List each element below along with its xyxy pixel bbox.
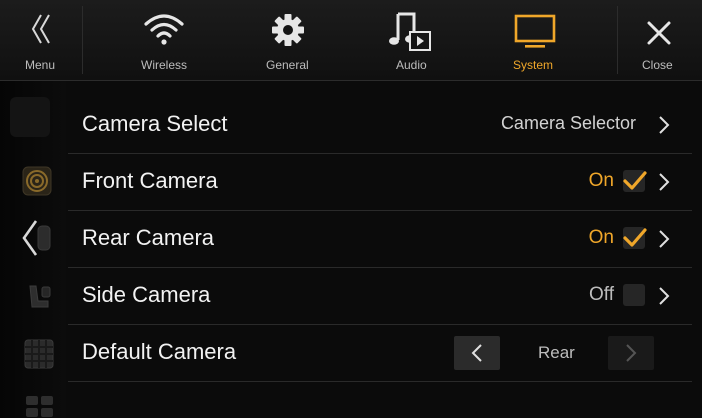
- side-camera-label: Side Camera: [82, 282, 211, 307]
- audio-label: Audio: [396, 58, 427, 72]
- car-seat-icon[interactable]: [24, 283, 54, 313]
- camera-select-value: Camera Selector: [500, 113, 636, 133]
- rear-camera-label: Rear Camera: [82, 225, 215, 250]
- wifi-icon: [144, 14, 184, 45]
- chevron-left-icon: [471, 344, 482, 362]
- chevron-right-icon: [659, 230, 670, 248]
- general-label: General: [266, 58, 309, 72]
- chevron-right-icon: [659, 116, 670, 134]
- rear-camera-row[interactable]: Rear Camera On: [68, 211, 692, 268]
- menu-label: Menu: [25, 58, 56, 72]
- chevron-right-icon: [659, 287, 670, 305]
- close-label: Close: [642, 58, 673, 72]
- tab-wireless[interactable]: Wireless: [83, 0, 245, 80]
- rear-camera-checkbox[interactable]: [623, 227, 647, 249]
- top-navigation-bar: Menu Wireless General Audio System Close: [0, 0, 702, 81]
- wireless-label: Wireless: [141, 58, 188, 72]
- close-icon: [647, 21, 671, 45]
- blank-tile-icon: [10, 97, 50, 137]
- default-camera-value: Rear: [538, 343, 575, 362]
- double-chevron-left-icon: [31, 14, 50, 44]
- grid-panel-icon[interactable]: [24, 339, 54, 369]
- camera-select-row[interactable]: Camera Select Camera Selector: [68, 97, 692, 154]
- monitor-icon: [514, 14, 556, 48]
- chevron-right-icon: [659, 173, 670, 191]
- speaker-icon[interactable]: [22, 166, 52, 196]
- gear-icon: [272, 14, 304, 46]
- checkmark-icon: [623, 171, 647, 190]
- menu-button[interactable]: Menu: [0, 0, 82, 80]
- side-camera-checkbox[interactable]: [623, 284, 645, 306]
- back-arrow-icon[interactable]: [20, 218, 54, 258]
- camera-select-label: Camera Select: [82, 111, 228, 136]
- side-camera-status: Off: [589, 284, 614, 305]
- front-camera-checkbox[interactable]: [623, 170, 647, 192]
- tiles-icon[interactable]: [25, 395, 55, 417]
- chevron-right-icon: [626, 344, 637, 362]
- tab-general[interactable]: General: [245, 0, 331, 80]
- music-note-icon: [389, 12, 431, 51]
- tab-audio[interactable]: Audio: [331, 0, 493, 80]
- checkmark-icon: [623, 228, 647, 247]
- default-camera-label: Default Camera: [82, 339, 237, 364]
- previous-button[interactable]: [454, 336, 500, 370]
- system-label: System: [513, 58, 554, 72]
- rear-camera-status: On: [588, 227, 614, 248]
- close-button[interactable]: Close: [618, 0, 702, 80]
- front-camera-label: Front Camera: [82, 168, 218, 193]
- next-button[interactable]: [608, 336, 654, 370]
- left-rail: [0, 81, 66, 418]
- side-camera-row[interactable]: Side Camera Off: [68, 268, 692, 325]
- default-camera-row: Default Camera Rear: [68, 325, 692, 382]
- tab-system[interactable]: System: [493, 0, 616, 80]
- front-camera-status: On: [588, 170, 614, 191]
- front-camera-row[interactable]: Front Camera On: [68, 154, 692, 211]
